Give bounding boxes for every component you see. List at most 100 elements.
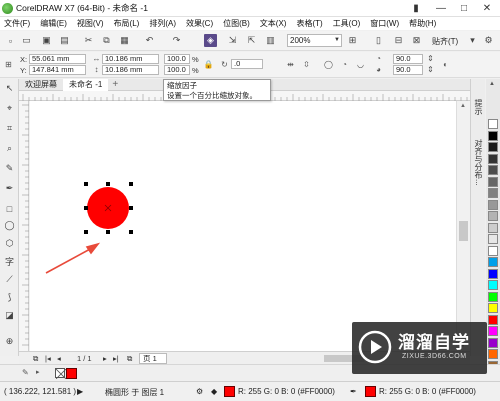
menu-tools[interactable]: 工具(O)	[329, 18, 367, 29]
minimize-icon[interactable]: —	[430, 0, 452, 16]
prev-page-icon[interactable]: ◂	[57, 354, 61, 363]
mirror-vertical-icon[interactable]: ⇳	[301, 59, 312, 70]
play-icon[interactable]: ▶	[77, 387, 83, 396]
start-angle-input[interactable]: 90.0	[393, 54, 423, 64]
open-icon[interactable]: ▭	[20, 34, 33, 47]
freehand-tool-icon[interactable]: ✎	[3, 162, 16, 175]
import-icon[interactable]: ⇲	[226, 34, 239, 47]
y-position-input[interactable]: 147.841 mm	[29, 65, 86, 75]
menu-edit[interactable]: 编辑(E)	[36, 18, 73, 29]
artistic-media-tool-icon[interactable]: ✒	[3, 182, 16, 195]
palette-swatch[interactable]	[488, 257, 498, 267]
menu-table[interactable]: 表格(T)	[292, 18, 328, 29]
next-page-icon[interactable]: ▸	[103, 354, 107, 363]
angle-spinner-icon[interactable]: ⇕	[425, 53, 436, 64]
ellipse-tool-icon[interactable]: ◯	[3, 219, 16, 232]
export-icon[interactable]: ⇱	[245, 34, 258, 47]
save-icon[interactable]: ▣	[40, 34, 53, 47]
direction-toggle-icon[interactable]: ◐	[440, 59, 451, 70]
menu-bitmaps[interactable]: 位图(B)	[219, 18, 256, 29]
options-gear-icon[interactable]: ⚙	[482, 34, 495, 47]
palette-swatch[interactable]	[488, 349, 498, 359]
user-icon[interactable]: ▮	[405, 0, 427, 16]
palette-swatch[interactable]	[488, 245, 498, 256]
width-input[interactable]: 10.186 mm	[102, 54, 159, 64]
vertical-scroll-thumb[interactable]	[459, 221, 468, 241]
last-page-icon[interactable]: ▸|	[113, 354, 119, 363]
vertical-ruler[interactable]	[19, 101, 29, 351]
end-angle-input[interactable]: 90.0	[393, 65, 423, 75]
chevron-down-icon[interactable]: ▾	[466, 34, 479, 47]
add-tab-icon[interactable]: +	[112, 79, 118, 90]
palette-swatch[interactable]	[488, 165, 498, 175]
menu-text[interactable]: 文本(X)	[256, 18, 293, 29]
new-document-icon[interactable]: ▫	[4, 34, 17, 47]
drawing-canvas[interactable]	[30, 101, 470, 351]
red-document-swatch[interactable]	[66, 368, 77, 379]
redo-icon[interactable]: ↷	[170, 34, 183, 47]
menu-window[interactable]: 窗口(W)	[366, 18, 405, 29]
angle-spinner-icon[interactable]: ⇕	[425, 64, 436, 75]
page-tab[interactable]: 页 1	[139, 353, 167, 364]
palette-swatch[interactable]	[488, 222, 498, 233]
undo-icon[interactable]: ↶	[143, 34, 156, 47]
arc-mode-icon[interactable]: ◡	[355, 59, 366, 70]
search-content-icon[interactable]: ◈	[204, 34, 217, 47]
menu-file[interactable]: 文件(F)	[0, 18, 36, 29]
show-guidelines-icon[interactable]: ⊠	[410, 34, 423, 47]
palette-menu-icon[interactable]: ▸	[36, 368, 40, 376]
page-options-icon[interactable]: ⧉	[33, 354, 38, 364]
palette-swatch[interactable]	[488, 280, 498, 290]
object-origin-icon[interactable]: ⊞	[3, 59, 14, 70]
x-position-input[interactable]: 55.061 mm	[29, 54, 86, 64]
palette-swatch[interactable]	[488, 130, 498, 141]
add-page-icon[interactable]: ⧉	[127, 354, 132, 364]
fill-color-swatch[interactable]	[224, 386, 235, 397]
close-icon[interactable]: ✕	[476, 0, 498, 16]
no-color-swatch[interactable]	[55, 368, 67, 380]
text-tool-icon[interactable]: 字	[3, 255, 16, 268]
show-grid-icon[interactable]: ⊟	[392, 34, 405, 47]
palette-swatch[interactable]	[488, 176, 498, 187]
palette-swatch[interactable]	[488, 303, 498, 313]
palette-swatch[interactable]	[488, 188, 498, 198]
drop-shadow-tool-icon[interactable]: ◪	[3, 309, 16, 322]
connector-tool-icon[interactable]: ⟆	[3, 291, 16, 304]
palette-swatch[interactable]	[488, 142, 498, 152]
full-screen-icon[interactable]: ⊞	[346, 34, 359, 47]
menu-view[interactable]: 视图(V)	[73, 18, 110, 29]
menu-arrange[interactable]: 排列(A)	[145, 18, 182, 29]
parallel-dimension-tool-icon[interactable]: ⟋	[3, 273, 16, 286]
palette-swatch[interactable]	[488, 153, 498, 164]
cut-icon[interactable]: ✂	[82, 34, 95, 47]
ellipse-mode-icon[interactable]: ◯	[323, 59, 334, 70]
palette-swatch[interactable]	[488, 119, 498, 129]
first-page-icon[interactable]: |◂	[45, 354, 51, 363]
vertical-scrollbar[interactable]: ▲ ▼	[456, 101, 470, 351]
maximize-icon[interactable]: □	[453, 0, 475, 16]
outline-color-swatch[interactable]	[365, 386, 376, 397]
scale-y-input[interactable]: 100.0	[164, 65, 190, 75]
menu-layout[interactable]: 布局(L)	[110, 18, 146, 29]
show-rulers-icon[interactable]: ▯	[372, 34, 385, 47]
palette-swatch[interactable]	[488, 291, 498, 302]
eyedropper-icon[interactable]: ✎	[22, 368, 29, 377]
menu-help[interactable]: 帮助(H)	[405, 18, 442, 29]
zoom-level-select[interactable]: 200% ▼	[287, 34, 342, 47]
paste-icon[interactable]: ▦	[118, 34, 131, 47]
palette-swatch[interactable]	[488, 314, 498, 325]
palette-swatch[interactable]	[488, 268, 498, 279]
scroll-up-icon[interactable]: ▲	[460, 103, 466, 109]
copy-icon[interactable]: ⧉	[100, 34, 113, 47]
tab-document[interactable]: 未命名 -1	[63, 78, 109, 91]
rectangle-tool-icon[interactable]: □	[3, 202, 16, 215]
crop-tool-icon[interactable]: ⌗	[3, 122, 16, 135]
palette-swatch[interactable]	[488, 326, 498, 336]
snap-to-dropdown[interactable]: 贴齐(T)	[432, 36, 458, 47]
docker-tab-hints[interactable]: 提示	[473, 99, 484, 115]
lock-ratio-icon[interactable]: 🔒	[203, 59, 214, 70]
palette-swatch[interactable]	[488, 234, 498, 244]
scale-x-input[interactable]: 100.0	[164, 54, 190, 64]
pick-tool-icon[interactable]: ↖	[3, 82, 16, 95]
tab-welcome-screen[interactable]: 欢迎屏幕	[19, 79, 63, 91]
